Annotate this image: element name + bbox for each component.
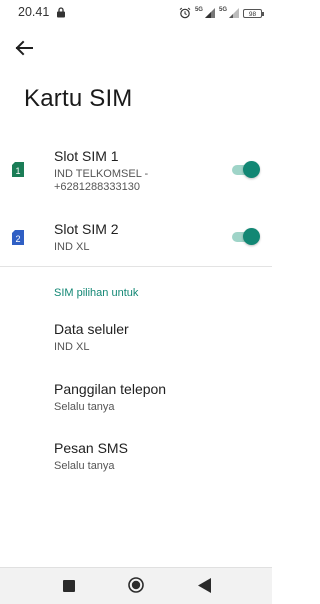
pref-item-value: Selalu tanya — [54, 401, 115, 413]
sim-slot-title: Slot SIM 2 — [54, 221, 119, 237]
toggle-thumb — [243, 161, 260, 178]
page-title: Kartu SIM — [24, 85, 133, 112]
pref-item-title: Panggilan telepon — [54, 381, 167, 397]
sim-slot-title: Slot SIM 1 — [54, 148, 119, 164]
sim-carrier-name: IND TELKOMSEL - — [54, 168, 149, 180]
status-bar: 20.41 5G 5G 98 — [0, 0, 272, 26]
sim-carrier-name: IND XL — [54, 241, 90, 253]
toggle-thumb — [243, 228, 260, 245]
recents-square-icon[interactable] — [63, 580, 75, 592]
back-triangle-icon[interactable] — [198, 578, 211, 593]
pref-item-title: Data seluler — [54, 321, 129, 337]
section-header: SIM pilihan untuk — [54, 287, 139, 299]
sim-card-icon: 2 — [12, 230, 24, 245]
lock-icon — [57, 7, 65, 18]
sim-card-icon: 1 — [12, 162, 24, 177]
sim-slot-number: 1 — [15, 166, 20, 176]
navigation-bar — [0, 567, 272, 604]
sim-phone-number: +6281288333130 — [54, 181, 140, 193]
signal-icon — [229, 8, 239, 18]
battery-icon: 98 — [243, 8, 264, 18]
divider — [0, 266, 272, 267]
mobile-data-item[interactable]: Data seluler IND XL — [0, 321, 272, 369]
sim-slot-1-toggle[interactable] — [232, 161, 260, 179]
sim-slot-2-toggle[interactable] — [232, 228, 260, 246]
pref-item-value: IND XL — [54, 341, 90, 353]
pref-item-value: Selalu tanya — [54, 460, 115, 472]
sim-slot-2-row[interactable]: 2 Slot SIM 2 IND XL — [0, 220, 272, 258]
sms-messages-item[interactable]: Pesan SMS Selalu tanya — [0, 440, 272, 488]
status-icons: 5G 5G 98 — [179, 6, 264, 20]
arrow-left-icon[interactable] — [12, 36, 36, 60]
sim-slot-1-row[interactable]: 1 Slot SIM 1 IND TELKOMSEL - +6281288333… — [0, 146, 272, 198]
sim-slot-number: 2 — [15, 234, 20, 244]
alarm-icon — [179, 7, 191, 19]
network-type-label: 5G — [194, 7, 203, 13]
signal-icon — [204, 8, 215, 18]
phone-calls-item[interactable]: Panggilan telepon Selalu tanya — [0, 381, 272, 429]
network-type-label: 5G — [218, 7, 227, 13]
home-circle-icon[interactable] — [128, 577, 144, 593]
status-time: 20.41 — [18, 5, 50, 19]
pref-item-title: Pesan SMS — [54, 440, 128, 456]
